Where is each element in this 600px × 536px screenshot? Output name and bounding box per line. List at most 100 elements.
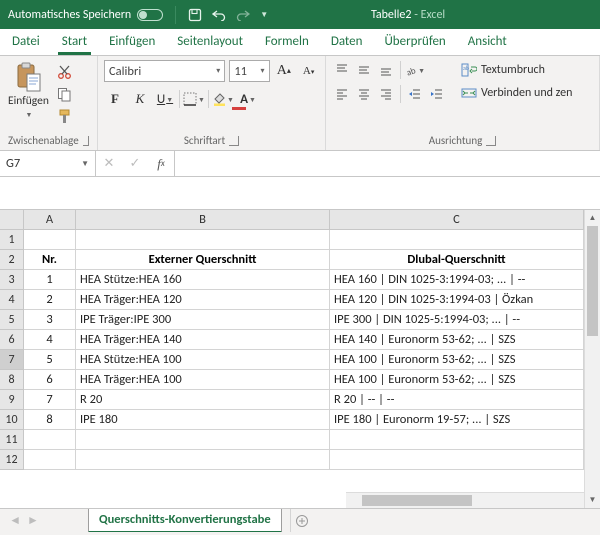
outdent-icon (408, 87, 422, 101)
scroll-down-icon: ▼ (585, 492, 600, 508)
indent-icon (430, 87, 444, 101)
chevron-down-icon: ▼ (24, 110, 32, 119)
row-header[interactable]: 1 (0, 230, 24, 250)
group-alignment: ab▼ abTextumbruch Verbinden und zen Ausr… (326, 56, 600, 150)
align-left-button[interactable] (332, 84, 352, 104)
format-painter-button[interactable] (55, 106, 75, 126)
copy-button[interactable] (55, 84, 75, 104)
underline-button[interactable]: U▼ (154, 89, 176, 109)
vertical-scrollbar[interactable]: ▲ ▼ (584, 210, 600, 508)
dialog-launcher-icon[interactable] (83, 136, 89, 146)
toggle-icon (137, 9, 163, 21)
tab-view[interactable]: Ansicht (464, 29, 511, 55)
sheet-nav[interactable]: ◄► (0, 513, 48, 528)
tab-file[interactable]: Datei (8, 29, 44, 55)
row-header[interactable]: 7 (0, 350, 24, 370)
group-label: Zwischenablage (8, 134, 79, 147)
fx-button[interactable]: fx (148, 156, 174, 172)
decrease-font-button[interactable]: A▾ (298, 61, 319, 81)
formula-input[interactable] (175, 151, 600, 176)
font-name-dropdown[interactable]: Calibri▾ (104, 60, 225, 82)
orientation-icon: ab (405, 63, 417, 77)
align-center-button[interactable] (354, 84, 374, 104)
column-header[interactable]: C (330, 210, 584, 230)
group-label: Ausrichtung (429, 134, 483, 147)
chevron-right-icon: ► (27, 513, 39, 528)
undo-icon[interactable] (212, 9, 226, 21)
italic-button[interactable]: K (129, 89, 151, 109)
align-right-button[interactable] (376, 84, 396, 104)
paste-label: Einfügen (8, 94, 49, 108)
row-header[interactable]: 5 (0, 310, 24, 330)
scissors-icon (57, 65, 72, 80)
orientation-button[interactable]: ab▼ (405, 60, 425, 80)
align-center-icon (357, 87, 371, 101)
tab-formulas[interactable]: Formeln (261, 29, 313, 55)
qat-customize-icon[interactable]: ▼ (260, 10, 268, 20)
horizontal-scrollbar[interactable] (346, 492, 584, 508)
save-icon[interactable] (188, 8, 202, 22)
align-bottom-button[interactable] (376, 60, 396, 80)
redo-icon[interactable] (236, 9, 250, 21)
row-header[interactable]: 9 (0, 390, 24, 410)
autosave-toggle[interactable]: Automatisches Speichern (0, 8, 171, 22)
fill-color-button[interactable]: ▼ (212, 89, 234, 109)
row-header[interactable]: 10 (0, 410, 24, 430)
cancel-formula-button[interactable]: ✕ (96, 156, 122, 171)
row-header[interactable]: 2 (0, 250, 24, 270)
align-top-button[interactable] (332, 60, 352, 80)
column-header[interactable]: A (24, 210, 76, 230)
formula-bar: G7▼ ✕ ✓ fx (0, 151, 600, 177)
wrap-icon: ab (461, 63, 477, 77)
group-font: Calibri▾ 11▾ A▴ A▾ F K U▼ ▼ ▼ A▼ Schrift… (98, 56, 326, 150)
copy-icon (57, 87, 72, 102)
grid: A B C 1 2 3 4 5 6 7 8 9 10 11 12 Nr.Exte… (0, 177, 600, 535)
dialog-launcher-icon[interactable] (486, 136, 496, 146)
tab-page-layout[interactable]: Seitenlayout (173, 29, 247, 55)
increase-indent-button[interactable] (427, 84, 447, 104)
decrease-indent-button[interactable] (405, 84, 425, 104)
row-header[interactable]: 3 (0, 270, 24, 290)
document-title: Tabelle2 - Excel (276, 8, 600, 22)
tab-insert[interactable]: Einfügen (105, 29, 159, 55)
paste-button[interactable]: Einfügen ▼ (6, 60, 51, 121)
quick-access-toolbar: ▼ (180, 8, 276, 22)
name-box[interactable]: G7▼ (0, 151, 96, 176)
svg-text:ab: ab (405, 65, 417, 77)
paintbrush-icon (57, 109, 72, 124)
tab-review[interactable]: Überprüfen (380, 29, 449, 55)
column-header[interactable]: B (76, 210, 330, 230)
tab-home[interactable]: Start (58, 29, 91, 55)
ribbon-tabs: Datei Start Einfügen Seitenlayout Formel… (0, 29, 600, 56)
tab-data[interactable]: Daten (327, 29, 367, 55)
title-bar: Automatisches Speichern ▼ Tabelle2 - Exc… (0, 0, 600, 29)
dialog-launcher-icon[interactable] (229, 136, 239, 146)
cut-button[interactable] (55, 62, 75, 82)
row-header[interactable]: 8 (0, 370, 24, 390)
font-size-dropdown[interactable]: 11▾ (229, 60, 269, 82)
align-top-icon (335, 63, 349, 77)
row-header[interactable]: 4 (0, 290, 24, 310)
enter-formula-button[interactable]: ✓ (122, 156, 148, 171)
row-header[interactable]: 11 (0, 430, 24, 450)
select-all-button[interactable] (0, 210, 24, 230)
cell-area[interactable]: Nr.Externer QuerschnittDlubal-Querschnit… (24, 230, 584, 470)
align-right-icon (379, 87, 393, 101)
new-sheet-button[interactable] (290, 509, 314, 533)
column-headers: A B C (24, 210, 584, 230)
row-header[interactable]: 12 (0, 450, 24, 470)
increase-font-button[interactable]: A▴ (274, 61, 295, 81)
align-middle-button[interactable] (354, 60, 374, 80)
autosave-label: Automatisches Speichern (8, 8, 131, 22)
merge-center-button[interactable]: Verbinden und zen (457, 83, 576, 103)
align-middle-icon (357, 63, 371, 77)
sheet-tab[interactable]: Querschnitts-Konvertierungstabe (88, 509, 282, 533)
row-header[interactable]: 6 (0, 330, 24, 350)
wrap-text-button[interactable]: abTextumbruch (457, 60, 576, 80)
bold-button[interactable]: F (104, 89, 126, 109)
borders-button[interactable]: ▼ (183, 89, 205, 109)
svg-text:ab: ab (463, 64, 469, 72)
sheet-tab-bar: ◄► Querschnitts-Konvertierungstabe (0, 508, 600, 532)
scroll-up-icon: ▲ (585, 210, 600, 226)
clipboard-icon (15, 62, 41, 92)
